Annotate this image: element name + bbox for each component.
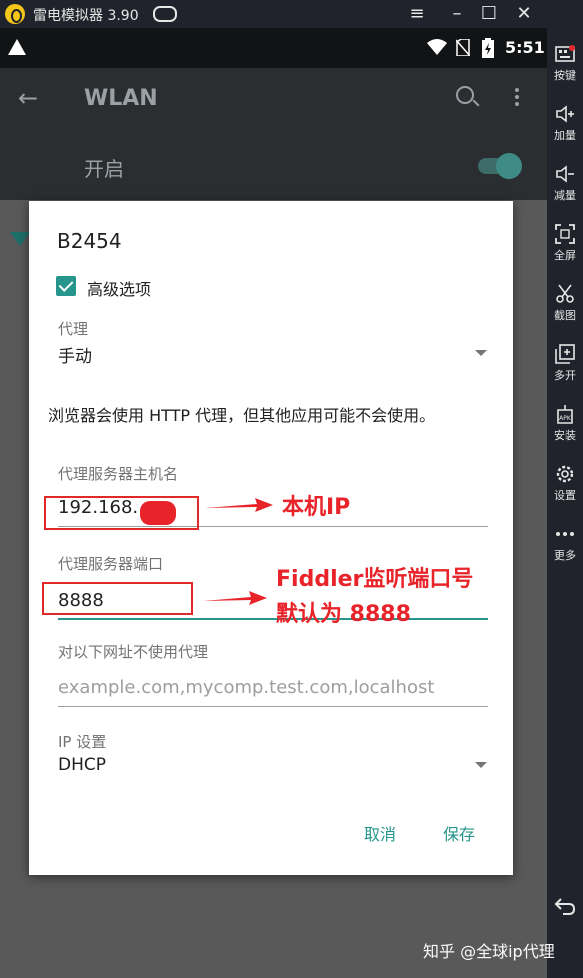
wifi-signal-icon <box>10 232 30 246</box>
save-button[interactable]: 保存 <box>443 821 475 845</box>
more-dots-icon <box>556 532 574 536</box>
android-status-bar: 5:51 <box>0 28 547 68</box>
port-annotation-line1: Fiddler监听端口号 <box>276 567 474 592</box>
back-arrow-icon[interactable]: ← <box>18 84 38 112</box>
sidebar-item-screenshot[interactable]: 截图 <box>547 278 583 334</box>
proxy-bypass-input[interactable]: example.com,mycomp.test.com,localhost <box>58 677 488 707</box>
app-logo-icon <box>5 4 25 24</box>
sidebar-item-more[interactable]: 更多 <box>547 518 583 574</box>
advanced-options-label: 高级选项 <box>87 280 152 299</box>
port-annotation-line2: 默认为 8888 <box>276 602 411 627</box>
proxy-select-value[interactable]: 手动 <box>58 342 92 367</box>
ip-settings-dropdown-icon[interactable] <box>475 762 487 768</box>
minimize-button[interactable]: – <box>446 2 468 26</box>
clock: 5:51 <box>505 38 545 57</box>
advanced-options-checkbox[interactable] <box>56 276 76 296</box>
wlan-toggle-row: 开启 <box>0 130 547 200</box>
port-caption: 代理服务器端口 <box>58 555 164 573</box>
sidebar-label: 加量 <box>554 129 576 142</box>
ip-settings-caption: IP 设置 <box>58 733 107 751</box>
sidebar-label: 减量 <box>554 189 576 202</box>
proxy-warning-note: 浏览器会使用 HTTP 代理，但其他应用可能不会使用。 <box>48 406 436 425</box>
ip-settings-select-value[interactable]: DHCP <box>58 755 106 775</box>
multi-instance-icon <box>555 344 575 364</box>
sidebar-item-volume-down[interactable]: 减量 <box>547 158 583 214</box>
cancel-button[interactable]: 取消 <box>364 821 396 845</box>
sidebar-label: 更多 <box>554 549 576 562</box>
sidebar-item-fullscreen[interactable]: 全屏 <box>547 218 583 274</box>
gear-icon <box>556 465 574 483</box>
sidebar-label: 安装 <box>554 429 576 442</box>
keyboard-icon <box>555 45 575 62</box>
wlan-toggle-knob[interactable] <box>496 153 522 179</box>
maximize-button[interactable]: ☐ <box>478 2 500 26</box>
emulator-title-bar: 雷电模拟器 3.90 ≡ – ☐ ✕ <box>0 0 583 28</box>
wlan-app-bar: ← WLAN <box>0 68 547 130</box>
watermark-text: 知乎 @全球ip代理 <box>423 942 555 961</box>
page-title: WLAN <box>84 86 158 111</box>
sidebar-label: 设置 <box>554 489 576 502</box>
apk-install-icon: APK <box>557 405 573 424</box>
bypass-caption: 对以下网址不使用代理 <box>58 643 209 661</box>
port-highlight-box <box>42 582 193 615</box>
overflow-menu-icon[interactable] <box>514 86 520 108</box>
close-button[interactable]: ✕ <box>513 2 535 26</box>
scissors-icon <box>556 284 574 303</box>
hostname-caption: 代理服务器主机名 <box>58 465 179 483</box>
svg-text:APK: APK <box>559 415 572 422</box>
hostname-annotation: 本机IP <box>282 495 351 520</box>
wifi-icon <box>427 39 447 55</box>
volume-up-icon <box>556 105 574 123</box>
sidebar-label: 全屏 <box>554 249 576 262</box>
proxy-caption: 代理 <box>58 320 89 338</box>
wlan-toggle-label: 开启 <box>84 157 124 181</box>
search-icon[interactable] <box>456 86 474 104</box>
sidebar-item-multi-instance[interactable]: 多开 <box>547 338 583 394</box>
dialog-title: B2454 <box>57 229 122 253</box>
emulator-sidebar: 按键 加量 减量 全屏 截图 多开 APK 安装 设置 更多 <box>547 28 583 978</box>
proxy-dropdown-icon[interactable] <box>475 350 487 356</box>
sidebar-label: 截图 <box>554 309 576 322</box>
battery-icon <box>482 38 494 58</box>
warning-icon <box>8 39 26 55</box>
sidebar-label: 按键 <box>554 69 576 82</box>
gamepad-icon[interactable] <box>153 6 177 22</box>
menu-icon[interactable]: ≡ <box>406 2 428 26</box>
sidebar-item-volume-up[interactable]: 加量 <box>547 98 583 154</box>
volume-down-icon <box>556 165 574 183</box>
sidebar-item-settings[interactable]: 设置 <box>547 458 583 514</box>
hostname-highlight-box <box>44 496 199 530</box>
window-title: 雷电模拟器 3.90 <box>33 8 139 24</box>
sidebar-item-keys[interactable]: 按键 <box>547 38 583 94</box>
no-sim-icon <box>456 39 470 56</box>
nav-back-icon[interactable] <box>553 894 577 918</box>
hostname-arrow-icon <box>205 498 273 512</box>
wifi-config-dialog: B2454 高级选项 代理 手动 浏览器会使用 HTTP 代理，但其他应用可能不… <box>29 201 513 875</box>
port-arrow-icon <box>203 591 267 605</box>
sidebar-item-install-apk[interactable]: APK 安装 <box>547 398 583 454</box>
sidebar-label: 多开 <box>554 369 576 382</box>
fullscreen-icon <box>555 224 575 244</box>
